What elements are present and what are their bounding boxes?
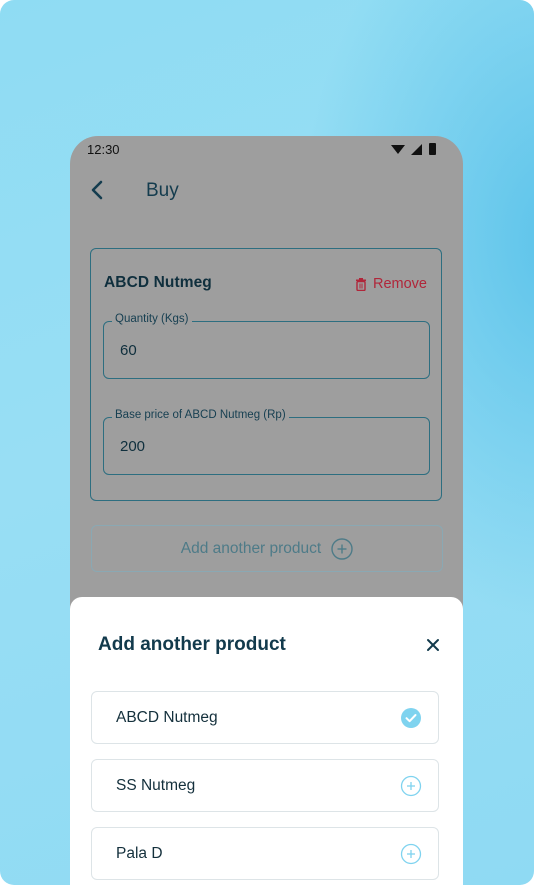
battery-icon bbox=[429, 143, 436, 155]
status-icons bbox=[391, 143, 436, 155]
signal-icon bbox=[411, 144, 422, 155]
back-arrow-icon[interactable] bbox=[88, 178, 108, 202]
check-circle-icon bbox=[401, 708, 421, 728]
quantity-value: 60 bbox=[120, 342, 137, 359]
base-price-value: 200 bbox=[120, 438, 146, 455]
phone-screen: 12:30 Buy ABCD Nutmeg Remove Quantity (K… bbox=[70, 136, 463, 885]
add-another-product-label: Add another product bbox=[180, 539, 322, 557]
plus-circle-icon bbox=[400, 843, 422, 865]
status-bar: 12:30 bbox=[70, 136, 463, 164]
product-card: ABCD Nutmeg Remove Quantity (Kgs) 60 Bas… bbox=[90, 248, 442, 501]
add-another-product-button[interactable]: Add another product bbox=[91, 525, 443, 572]
option-label: Pala D bbox=[116, 845, 163, 862]
option-label: SS Nutmeg bbox=[116, 777, 196, 794]
plus-circle-icon bbox=[331, 537, 353, 560]
sheet-title: Add another product bbox=[98, 634, 286, 655]
option-pala-d[interactable]: Pala D bbox=[91, 827, 439, 880]
quantity-label: Quantity (Kgs) bbox=[112, 313, 192, 325]
option-abcd-nutmeg[interactable]: ABCD Nutmeg bbox=[91, 691, 439, 744]
remove-button[interactable]: Remove bbox=[355, 274, 427, 294]
app-bar: Buy bbox=[70, 172, 463, 212]
base-price-label: Base price of ABCD Nutmeg (Rp) bbox=[112, 409, 289, 421]
product-name: ABCD Nutmeg bbox=[104, 274, 212, 291]
close-icon[interactable] bbox=[425, 637, 441, 653]
page-title: Buy bbox=[146, 180, 179, 201]
quantity-field[interactable]: Quantity (Kgs) 60 bbox=[103, 313, 430, 379]
plus-circle-icon bbox=[400, 775, 422, 797]
trash-icon bbox=[356, 277, 366, 291]
option-ss-nutmeg[interactable]: SS Nutmeg bbox=[91, 759, 439, 812]
bottom-sheet: Add another product ABCD Nutmeg SS Nutme… bbox=[70, 597, 463, 885]
background-frame: 12:30 Buy ABCD Nutmeg Remove Quantity (K… bbox=[0, 0, 534, 885]
base-price-field[interactable]: Base price of ABCD Nutmeg (Rp) 200 bbox=[103, 409, 430, 475]
wifi-icon bbox=[391, 145, 405, 154]
status-time: 12:30 bbox=[87, 142, 120, 157]
remove-label: Remove bbox=[373, 276, 427, 292]
option-label: ABCD Nutmeg bbox=[116, 709, 218, 726]
